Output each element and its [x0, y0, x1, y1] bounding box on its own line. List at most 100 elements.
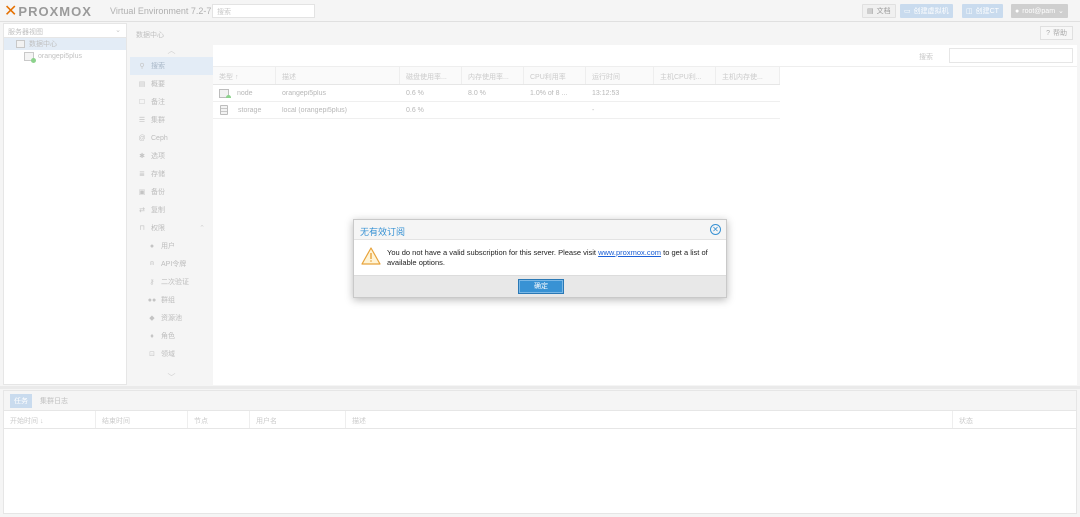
column-header-memory[interactable]: 内存使用率... [462, 67, 524, 84]
nav-item-groups[interactable]: ●● 群组 [130, 291, 213, 309]
nav-item-search[interactable]: ⚲ 搜索 [130, 57, 213, 75]
nav-item-users[interactable]: ● 用户 [130, 237, 213, 255]
tree-item-label: 数据中心 [29, 41, 57, 48]
tree-item-label: orangepi5plus [38, 52, 82, 60]
gear-icon: ✱ [139, 153, 145, 160]
replication-icon: ⇄ [139, 207, 145, 214]
dialog-title: 无有效订阅 [360, 227, 406, 237]
column-header-start-time[interactable]: 开始时间 ↓ [4, 411, 96, 428]
uptime-cell: - [592, 106, 595, 114]
nav-item-roles[interactable]: ♦ 角色 [130, 327, 213, 345]
create-vm-label: 创建虚拟机 [913, 8, 949, 15]
logo-text: PROXMOX [18, 3, 92, 19]
docs-button[interactable]: ▤ 文档 [862, 4, 896, 18]
tags-icon: ◆ [149, 315, 155, 322]
token-icon: ⍝ [149, 260, 155, 267]
disk-cell: 0.6 % [406, 89, 424, 97]
warning-icon [361, 247, 381, 265]
nav-item-replication[interactable]: ⇄ 复制 [130, 201, 213, 219]
table-row[interactable]: node orangepi5plus 0.6 % 8.0 % 1.0% of 8… [213, 85, 780, 102]
log-tabs: 任务 集群日志 [4, 391, 1076, 411]
realm-icon: ⊡ [149, 351, 155, 358]
nav-item-api-tokens[interactable]: ⍝ API令牌 [130, 255, 213, 273]
proxmox-link[interactable]: www.proxmox.com [598, 248, 661, 257]
description-cell: local (orangepi5plus) [282, 106, 347, 114]
proxmox-logo: ✕ PROXMOX [4, 3, 92, 19]
book-icon: ▤ [867, 8, 874, 15]
tree-item-datacenter[interactable]: 数据中心 [4, 38, 126, 50]
user-menu-button[interactable]: ● root@pam ⌄ [1011, 4, 1068, 18]
create-ct-button[interactable]: ◫ 创建CT [962, 4, 1003, 18]
cpu-cell: 1.0% of 8 ... [530, 89, 568, 97]
users-icon: ●● [147, 296, 157, 304]
nav-item-options[interactable]: ✱ 选项 [130, 147, 213, 165]
nav-item-label: 二次验证 [161, 279, 189, 286]
scroll-down-icon[interactable]: ﹀ [130, 372, 213, 383]
nav-item-label: 权限 [151, 225, 165, 232]
disk-cell: 0.6 % [406, 106, 424, 114]
column-header-uptime[interactable]: 运行时间 [586, 67, 654, 84]
log-panel: 任务 集群日志 开始时间 ↓ 结束时间 节点 用户名 描述 状态 [3, 390, 1077, 514]
help-button[interactable]: ? 帮助 [1040, 26, 1073, 40]
column-header-host-memory[interactable]: 主机内存使... [716, 67, 780, 84]
cluster-icon: ☰ [138, 117, 146, 124]
chevron-down-icon: ⌄ [115, 27, 121, 34]
column-header-node[interactable]: 节点 [188, 411, 250, 428]
nav-item-label: 复制 [151, 207, 165, 214]
column-header-end-time[interactable]: 结束时间 [96, 411, 188, 428]
help-label: 帮助 [1053, 30, 1067, 37]
close-icon[interactable]: ✕ [710, 224, 721, 235]
nav-item-label: 领域 [161, 351, 175, 358]
nav-item-summary[interactable]: ▤ 概要 [130, 75, 213, 93]
nav-item-permissions[interactable]: ⊓ 权限 ⌃ [130, 219, 213, 237]
nav-item-notes[interactable]: ☐ 备注 [130, 93, 213, 111]
nav-item-pools[interactable]: ◆ 资源池 [130, 309, 213, 327]
column-header-description[interactable]: 描述 [346, 411, 953, 428]
panel-splitter[interactable] [0, 386, 1080, 389]
user-icon: ● [149, 242, 155, 250]
column-header-username[interactable]: 用户名 [250, 411, 346, 428]
chevron-up-icon[interactable]: ⌃ [199, 224, 205, 232]
datacenter-nav-menu: ︿ ⚲ 搜索 ▤ 概要 ☐ 备注 ☰ 集群 @ Ceph ✱ 选项 ≣ 存储 ▣… [130, 45, 213, 385]
nav-item-label: 存储 [151, 171, 165, 178]
nav-item-storage[interactable]: ≣ 存储 [130, 165, 213, 183]
tab-tasks[interactable]: 任务 [10, 393, 32, 408]
tree-item-node[interactable]: orangepi5plus [4, 50, 126, 63]
nav-item-label: 资源池 [161, 315, 182, 322]
column-header-description[interactable]: 描述 [276, 67, 400, 84]
column-header-type[interactable]: 类型 ↑ [213, 67, 276, 84]
breadcrumb: 数据中心 [136, 32, 164, 39]
nav-item-label: 搜索 [151, 63, 165, 70]
create-vm-button[interactable]: ▭ 创建虚拟机 [900, 4, 953, 18]
top-bar: ✕ PROXMOX Virtual Environment 7.2-7 搜索 ▤… [0, 0, 1080, 22]
column-header-cpu[interactable]: CPU利用率 [524, 67, 586, 84]
dialog-message: You do not have a valid subscription for… [387, 248, 719, 268]
search-label: 搜索 [919, 54, 933, 61]
column-header-host-cpu[interactable]: 主机CPU利... [654, 67, 716, 84]
scroll-up-icon[interactable]: ︿ [130, 45, 213, 57]
grid-search-input[interactable] [949, 48, 1073, 63]
ok-button[interactable]: 确定 [518, 279, 564, 294]
create-ct-label: 创建CT [975, 8, 999, 15]
nav-item-realms[interactable]: ⊡ 领域 [130, 345, 213, 363]
global-search-input[interactable]: 搜索 [212, 4, 315, 18]
user-icon: ● [1015, 7, 1020, 15]
server-online-icon [219, 88, 231, 98]
view-selector-label: 服务器视图 [8, 29, 43, 36]
dialog-header: 无有效订阅 ✕ [354, 220, 726, 240]
type-cell: storage [213, 105, 276, 115]
dialog-body: You do not have a valid subscription for… [354, 241, 726, 275]
view-selector[interactable]: 服务器视图 ⌄ [4, 24, 126, 38]
nav-item-label: 备份 [151, 189, 165, 196]
tab-cluster-log[interactable]: 集群日志 [36, 394, 72, 408]
nav-item-backup[interactable]: ▣ 备份 [130, 183, 213, 201]
nav-item-label: 概要 [151, 81, 165, 88]
column-header-status[interactable]: 状态 [953, 411, 1075, 428]
nav-item-ceph[interactable]: @ Ceph [130, 129, 213, 147]
nav-item-tfa[interactable]: ⚷ 二次验证 [130, 273, 213, 291]
column-header-disk[interactable]: 磁盘使用率... [400, 67, 462, 84]
table-row[interactable]: storage local (orangepi5plus) 0.6 % - [213, 102, 780, 119]
content-header: 数据中心 ? 帮助 [130, 23, 1077, 44]
nav-item-label: 集群 [151, 117, 165, 124]
nav-item-cluster[interactable]: ☰ 集群 [130, 111, 213, 129]
